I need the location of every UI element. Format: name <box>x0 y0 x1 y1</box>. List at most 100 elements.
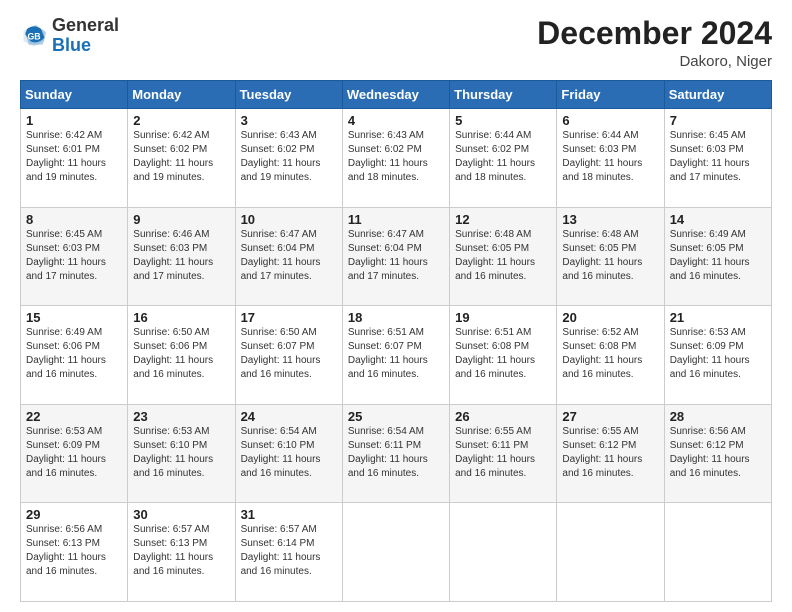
svg-text:GB: GB <box>27 31 40 41</box>
calendar-cell: 16Sunrise: 6:50 AM Sunset: 6:06 PM Dayli… <box>128 306 235 405</box>
day-info: Sunrise: 6:53 AM Sunset: 6:09 PM Dayligh… <box>26 425 122 481</box>
day-info: Sunrise: 6:51 AM Sunset: 6:08 PM Dayligh… <box>455 326 551 382</box>
day-info: Sunrise: 6:54 AM Sunset: 6:10 PM Dayligh… <box>241 425 337 481</box>
day-number: 23 <box>133 409 229 424</box>
calendar-page: GB General Blue December 2024 Dakoro, Ni… <box>0 0 792 612</box>
day-info: Sunrise: 6:47 AM Sunset: 6:04 PM Dayligh… <box>348 228 444 284</box>
day-number: 19 <box>455 310 551 325</box>
day-number: 9 <box>133 212 229 227</box>
calendar-table: SundayMondayTuesdayWednesdayThursdayFrid… <box>20 80 772 602</box>
calendar-cell: 8Sunrise: 6:45 AM Sunset: 6:03 PM Daylig… <box>21 207 128 306</box>
calendar-week-row: 22Sunrise: 6:53 AM Sunset: 6:09 PM Dayli… <box>21 404 772 503</box>
calendar-cell: 11Sunrise: 6:47 AM Sunset: 6:04 PM Dayli… <box>342 207 449 306</box>
day-number: 13 <box>562 212 658 227</box>
day-number: 27 <box>562 409 658 424</box>
day-number: 17 <box>241 310 337 325</box>
day-info: Sunrise: 6:50 AM Sunset: 6:06 PM Dayligh… <box>133 326 229 382</box>
day-info: Sunrise: 6:52 AM Sunset: 6:08 PM Dayligh… <box>562 326 658 382</box>
day-info: Sunrise: 6:54 AM Sunset: 6:11 PM Dayligh… <box>348 425 444 481</box>
calendar-cell: 31Sunrise: 6:57 AM Sunset: 6:14 PM Dayli… <box>235 503 342 602</box>
day-info: Sunrise: 6:43 AM Sunset: 6:02 PM Dayligh… <box>348 129 444 185</box>
calendar-cell <box>557 503 664 602</box>
day-number: 1 <box>26 113 122 128</box>
calendar-cell: 15Sunrise: 6:49 AM Sunset: 6:06 PM Dayli… <box>21 306 128 405</box>
day-info: Sunrise: 6:55 AM Sunset: 6:11 PM Dayligh… <box>455 425 551 481</box>
day-info: Sunrise: 6:45 AM Sunset: 6:03 PM Dayligh… <box>670 129 766 185</box>
calendar-cell: 9Sunrise: 6:46 AM Sunset: 6:03 PM Daylig… <box>128 207 235 306</box>
day-info: Sunrise: 6:48 AM Sunset: 6:05 PM Dayligh… <box>455 228 551 284</box>
calendar-cell: 30Sunrise: 6:57 AM Sunset: 6:13 PM Dayli… <box>128 503 235 602</box>
day-info: Sunrise: 6:42 AM Sunset: 6:02 PM Dayligh… <box>133 129 229 185</box>
calendar-cell: 24Sunrise: 6:54 AM Sunset: 6:10 PM Dayli… <box>235 404 342 503</box>
day-info: Sunrise: 6:46 AM Sunset: 6:03 PM Dayligh… <box>133 228 229 284</box>
month-title: December 2024 <box>537 16 772 51</box>
day-info: Sunrise: 6:53 AM Sunset: 6:09 PM Dayligh… <box>670 326 766 382</box>
day-info: Sunrise: 6:57 AM Sunset: 6:14 PM Dayligh… <box>241 523 337 579</box>
day-number: 3 <box>241 113 337 128</box>
day-number: 8 <box>26 212 122 227</box>
day-info: Sunrise: 6:56 AM Sunset: 6:12 PM Dayligh… <box>670 425 766 481</box>
calendar-week-row: 29Sunrise: 6:56 AM Sunset: 6:13 PM Dayli… <box>21 503 772 602</box>
day-number: 28 <box>670 409 766 424</box>
day-info: Sunrise: 6:57 AM Sunset: 6:13 PM Dayligh… <box>133 523 229 579</box>
logo-text: General Blue <box>52 16 119 56</box>
day-info: Sunrise: 6:44 AM Sunset: 6:02 PM Dayligh… <box>455 129 551 185</box>
calendar-cell: 17Sunrise: 6:50 AM Sunset: 6:07 PM Dayli… <box>235 306 342 405</box>
calendar-week-row: 15Sunrise: 6:49 AM Sunset: 6:06 PM Dayli… <box>21 306 772 405</box>
calendar-cell: 29Sunrise: 6:56 AM Sunset: 6:13 PM Dayli… <box>21 503 128 602</box>
calendar-cell: 23Sunrise: 6:53 AM Sunset: 6:10 PM Dayli… <box>128 404 235 503</box>
day-info: Sunrise: 6:48 AM Sunset: 6:05 PM Dayligh… <box>562 228 658 284</box>
day-number: 5 <box>455 113 551 128</box>
location: Dakoro, Niger <box>537 53 772 70</box>
day-info: Sunrise: 6:42 AM Sunset: 6:01 PM Dayligh… <box>26 129 122 185</box>
calendar-header-row: SundayMondayTuesdayWednesdayThursdayFrid… <box>21 81 772 109</box>
day-info: Sunrise: 6:47 AM Sunset: 6:04 PM Dayligh… <box>241 228 337 284</box>
day-number: 21 <box>670 310 766 325</box>
day-info: Sunrise: 6:43 AM Sunset: 6:02 PM Dayligh… <box>241 129 337 185</box>
day-number: 20 <box>562 310 658 325</box>
calendar-cell: 21Sunrise: 6:53 AM Sunset: 6:09 PM Dayli… <box>664 306 771 405</box>
logo-icon: GB <box>20 22 48 50</box>
calendar-cell: 4Sunrise: 6:43 AM Sunset: 6:02 PM Daylig… <box>342 109 449 208</box>
calendar-cell: 26Sunrise: 6:55 AM Sunset: 6:11 PM Dayli… <box>450 404 557 503</box>
day-number: 7 <box>670 113 766 128</box>
day-number: 11 <box>348 212 444 227</box>
day-number: 24 <box>241 409 337 424</box>
calendar-cell: 28Sunrise: 6:56 AM Sunset: 6:12 PM Dayli… <box>664 404 771 503</box>
day-info: Sunrise: 6:51 AM Sunset: 6:07 PM Dayligh… <box>348 326 444 382</box>
day-info: Sunrise: 6:45 AM Sunset: 6:03 PM Dayligh… <box>26 228 122 284</box>
calendar-week-row: 1Sunrise: 6:42 AM Sunset: 6:01 PM Daylig… <box>21 109 772 208</box>
day-info: Sunrise: 6:50 AM Sunset: 6:07 PM Dayligh… <box>241 326 337 382</box>
calendar-cell: 6Sunrise: 6:44 AM Sunset: 6:03 PM Daylig… <box>557 109 664 208</box>
day-number: 25 <box>348 409 444 424</box>
calendar-cell: 25Sunrise: 6:54 AM Sunset: 6:11 PM Dayli… <box>342 404 449 503</box>
calendar-cell: 13Sunrise: 6:48 AM Sunset: 6:05 PM Dayli… <box>557 207 664 306</box>
day-number: 26 <box>455 409 551 424</box>
calendar-cell: 7Sunrise: 6:45 AM Sunset: 6:03 PM Daylig… <box>664 109 771 208</box>
calendar-cell: 14Sunrise: 6:49 AM Sunset: 6:05 PM Dayli… <box>664 207 771 306</box>
day-number: 31 <box>241 507 337 522</box>
day-info: Sunrise: 6:44 AM Sunset: 6:03 PM Dayligh… <box>562 129 658 185</box>
day-number: 15 <box>26 310 122 325</box>
calendar-cell: 18Sunrise: 6:51 AM Sunset: 6:07 PM Dayli… <box>342 306 449 405</box>
calendar-day-header: Wednesday <box>342 81 449 109</box>
day-number: 22 <box>26 409 122 424</box>
calendar-day-header: Friday <box>557 81 664 109</box>
day-info: Sunrise: 6:49 AM Sunset: 6:06 PM Dayligh… <box>26 326 122 382</box>
day-number: 4 <box>348 113 444 128</box>
day-number: 18 <box>348 310 444 325</box>
calendar-day-header: Monday <box>128 81 235 109</box>
calendar-cell: 22Sunrise: 6:53 AM Sunset: 6:09 PM Dayli… <box>21 404 128 503</box>
calendar-cell: 19Sunrise: 6:51 AM Sunset: 6:08 PM Dayli… <box>450 306 557 405</box>
calendar-day-header: Thursday <box>450 81 557 109</box>
calendar-cell: 5Sunrise: 6:44 AM Sunset: 6:02 PM Daylig… <box>450 109 557 208</box>
calendar-cell: 2Sunrise: 6:42 AM Sunset: 6:02 PM Daylig… <box>128 109 235 208</box>
header: GB General Blue December 2024 Dakoro, Ni… <box>20 16 772 70</box>
logo-general-text: General <box>52 15 119 35</box>
logo: GB General Blue <box>20 16 119 56</box>
calendar-cell <box>450 503 557 602</box>
day-info: Sunrise: 6:49 AM Sunset: 6:05 PM Dayligh… <box>670 228 766 284</box>
title-area: December 2024 Dakoro, Niger <box>537 16 772 70</box>
day-number: 6 <box>562 113 658 128</box>
day-info: Sunrise: 6:56 AM Sunset: 6:13 PM Dayligh… <box>26 523 122 579</box>
